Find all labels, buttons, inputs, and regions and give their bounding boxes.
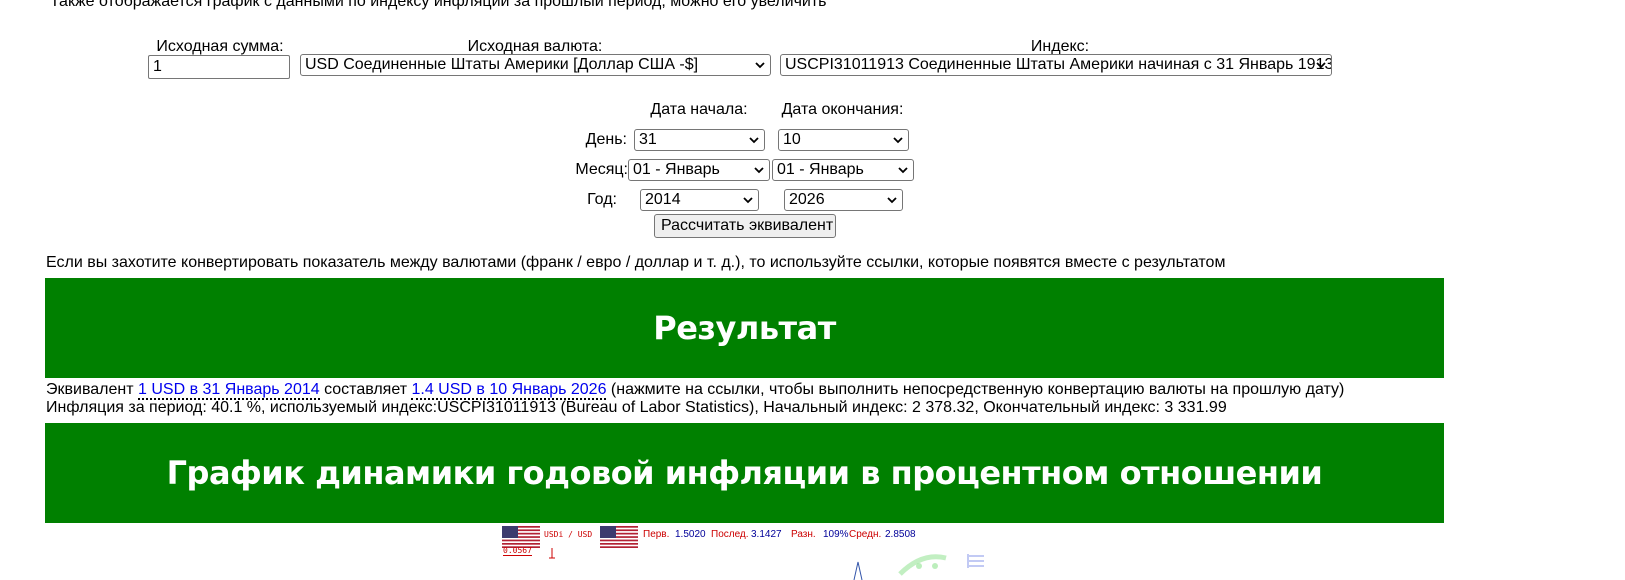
start-value-link[interactable]: 1 USD в 31 Январь 2014 (138, 381, 320, 400)
result-prefix: Эквивалент (46, 381, 138, 398)
result-middle: составляет (319, 381, 412, 398)
result-inflation-line: Инфляция за период: 40.1 %, используемый… (46, 399, 1227, 416)
end-month-value: 01 - Январь (777, 161, 864, 178)
chevron-down-icon (755, 62, 765, 69)
start-day-select[interactable]: 31 (634, 129, 765, 151)
start-year-value: 2014 (645, 191, 681, 208)
pair-label: USDi / USD (544, 530, 593, 539)
chart-plot (549, 548, 984, 580)
start-date-label: Дата начала: (650, 101, 748, 118)
result-equivalent-line: Эквивалент 1 USD в 31 Январь 2014 состав… (46, 381, 1345, 400)
month-label: Месяц: (575, 161, 628, 178)
currency-select-value: USD Соединенные Штаты Америки [Доллар СШ… (305, 56, 699, 73)
end-day-value: 10 (783, 131, 801, 148)
calculate-button[interactable]: Рассчитать эквивалент (654, 214, 836, 238)
chevron-down-icon (1316, 62, 1326, 69)
diff-value: 109% (823, 529, 849, 540)
intro-text: Также отображается график с данными по и… (50, 0, 827, 10)
chevron-down-icon (898, 167, 908, 174)
first-value: 1.5020 (675, 529, 706, 540)
chevron-down-icon (887, 197, 897, 204)
day-label: День: (585, 131, 627, 148)
index-select[interactable]: USCPI31011913 Соединенные Штаты Америки … (780, 54, 1332, 76)
end-value-link[interactable]: 1.4 USD в 10 Январь 2026 (411, 381, 607, 400)
last-value: 3.1427 (751, 529, 782, 540)
chevron-down-icon (743, 197, 753, 204)
end-month-select[interactable]: 01 - Январь (772, 159, 914, 181)
last-label: Послед. (711, 529, 749, 540)
year-label: Год: (587, 191, 617, 208)
end-year-value: 2026 (789, 191, 825, 208)
chevron-down-icon (754, 167, 764, 174)
diff-label: Разн. (791, 529, 816, 540)
index-select-value: USCPI31011913 Соединенные Штаты Америки … (785, 56, 1332, 73)
first-label: Перв. (643, 529, 670, 540)
chevron-down-icon (893, 137, 903, 144)
amount-input[interactable] (148, 55, 290, 79)
avg-label: Средн. (849, 529, 882, 540)
start-day-value: 31 (639, 131, 657, 148)
inflation-chart[interactable]: USDi / USD Перв. 1.5020 Послед. 3.1427 Р… (502, 524, 1022, 580)
start-year-select[interactable]: 2014 (640, 189, 759, 211)
chart-heading: График динамики годовой инфляции в проце… (45, 423, 1444, 523)
currency-select[interactable]: USD Соединенные Штаты Америки [Доллар СШ… (300, 54, 771, 76)
avg-value: 2.8508 (885, 529, 916, 540)
end-day-select[interactable]: 10 (778, 129, 909, 151)
end-date-label: Дата окончания: (781, 101, 904, 118)
end-year-select[interactable]: 2026 (784, 189, 903, 211)
result-suffix: (нажмите на ссылки, чтобы выполнить непо… (606, 381, 1345, 398)
start-month-select[interactable]: 01 - Январь (628, 159, 770, 181)
start-month-value: 01 - Январь (633, 161, 720, 178)
conversion-note: Если вы захотите конвертировать показате… (46, 254, 1226, 271)
amount-label: Исходная сумма: (156, 38, 284, 55)
result-heading: Результат (45, 278, 1444, 378)
chevron-down-icon (749, 137, 759, 144)
